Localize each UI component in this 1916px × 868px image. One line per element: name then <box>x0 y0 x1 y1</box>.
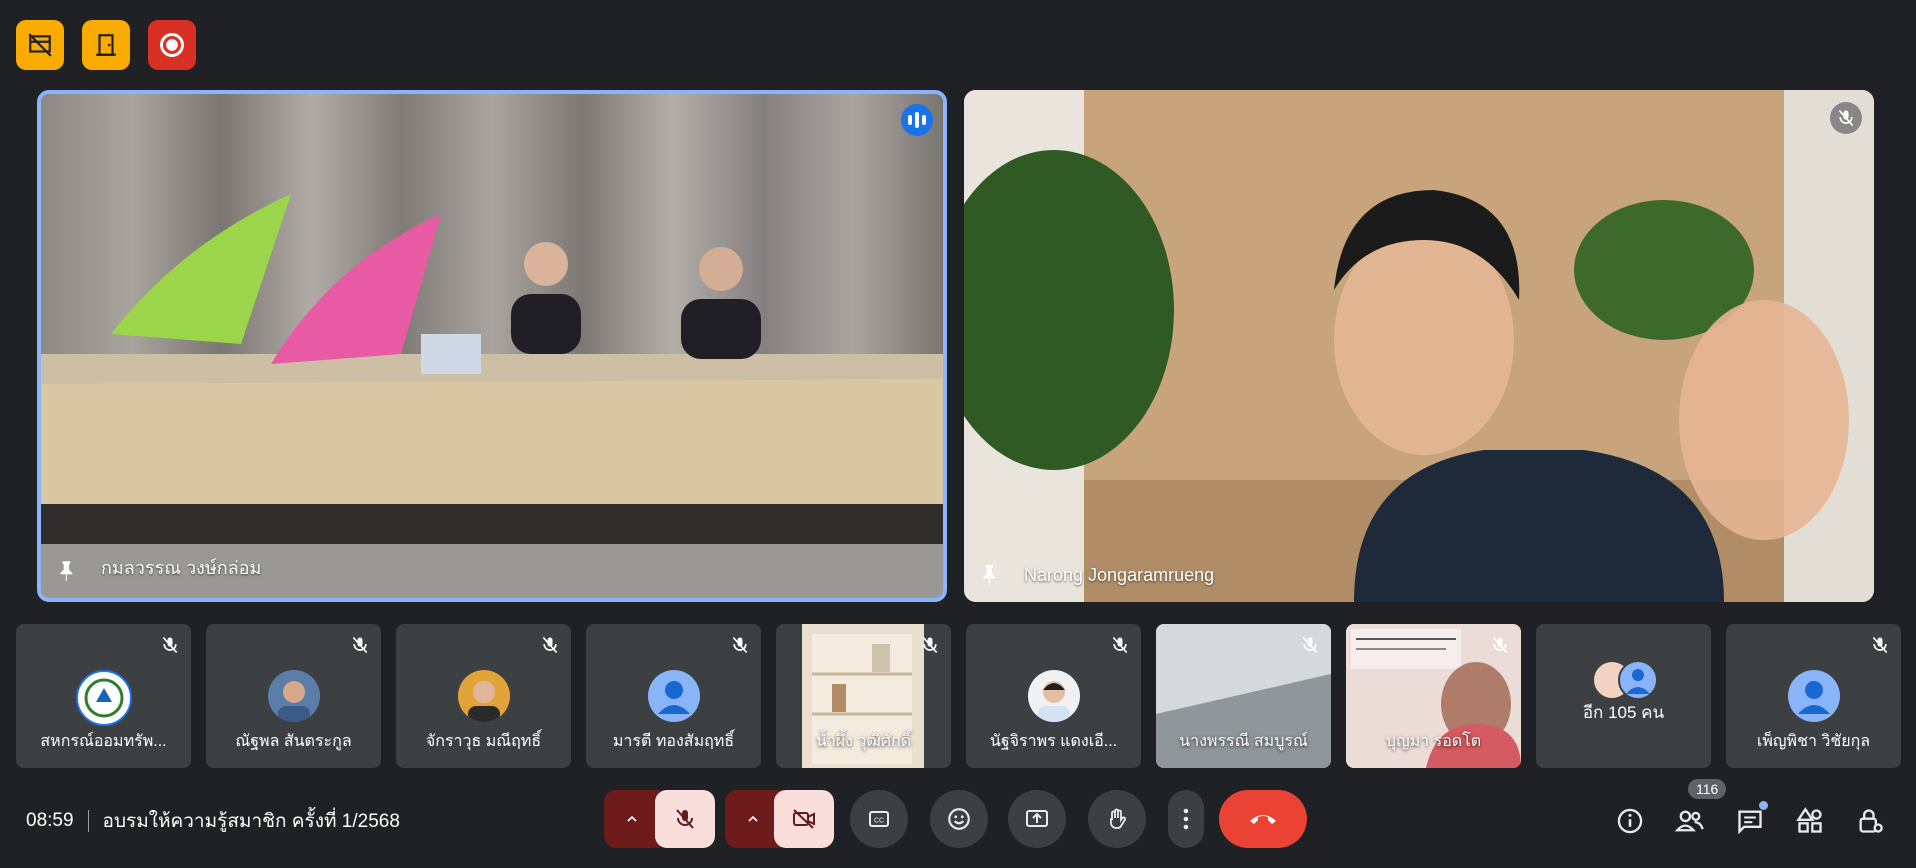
people-icon <box>1675 810 1704 832</box>
mic-off-icon <box>727 632 753 658</box>
record-icon <box>160 33 184 57</box>
more-participants-tile[interactable]: อีก 105 คน <box>1536 624 1711 768</box>
meeting-info: 08:59 อบรมให้ความรู้สมาชิก ครั้งที่ 1/25… <box>26 806 400 836</box>
meeting-title: อบรมให้ความรู้สมาชิก ครั้งที่ 1/2568 <box>102 811 400 832</box>
avatar <box>1027 670 1080 722</box>
unread-dot <box>1759 801 1768 810</box>
participant-strip: สหกรณ์ออมทรัพ... ณัฐพล สันตระกูล จักราวุ… <box>16 624 1901 768</box>
mic-off-icon <box>1297 632 1323 658</box>
conference-room-video <box>41 94 943 598</box>
emoji-icon <box>948 808 970 830</box>
participant-tile[interactable]: สหกรณ์ออมทรัพ... <box>16 624 191 768</box>
audio-options-button[interactable] <box>604 790 660 848</box>
video-options-button[interactable] <box>725 790 781 848</box>
participant-name: จักราวุธ มณีฤทธิ์ <box>425 733 542 750</box>
chevron-up-icon <box>748 815 758 822</box>
people-count-badge: 116 <box>1688 779 1727 799</box>
svg-text:CC: CC <box>874 818 884 825</box>
host-controls-icon <box>1859 809 1883 833</box>
participant-tile[interactable]: นัฐจิราพร แดงเอี... <box>966 624 1141 768</box>
present-button[interactable] <box>1008 790 1066 848</box>
stacked-avatars <box>1592 658 1662 700</box>
mic-off-icon <box>157 632 183 658</box>
muted-indicator <box>1830 102 1862 134</box>
captions-button[interactable]: CC <box>850 790 908 848</box>
host-controls-button[interactable] <box>1854 805 1886 837</box>
lobby-badge[interactable] <box>82 20 130 70</box>
mic-toggle-button[interactable] <box>655 790 715 848</box>
mic-off-icon <box>917 632 943 658</box>
camera-off-icon <box>793 809 815 829</box>
no-video-recording-icon <box>28 33 52 57</box>
participant-tile[interactable]: น้ำผึ้ง วุฒิศักดิ์ <box>776 624 951 768</box>
participant-name: มารตี ทองสัมฤทธิ์ <box>612 733 735 750</box>
more-icon <box>1183 808 1189 830</box>
reactions-button[interactable] <box>930 790 988 848</box>
avatar <box>267 670 320 722</box>
no-video-recording-badge[interactable] <box>16 20 64 70</box>
people-button[interactable] <box>1674 805 1706 837</box>
avatar <box>75 670 132 726</box>
pin-icon[interactable] <box>978 562 1004 588</box>
participant-tile[interactable]: บุญมา รอดโต <box>1346 624 1521 768</box>
participant-name: เพ็ญพิชา วิชัยกุล <box>1756 733 1871 750</box>
pin-icon[interactable] <box>55 558 81 584</box>
participant-name: ณัฐพล สันตระกูล <box>235 733 352 750</box>
mic-off-icon <box>1107 632 1133 658</box>
info-icon <box>1617 808 1643 834</box>
mic-off-icon <box>676 809 694 829</box>
speaking-indicator <box>901 104 933 136</box>
participant-name: บุญมา รอดโต <box>1385 733 1482 750</box>
chevron-up-icon <box>627 815 637 822</box>
participant-name: Narong Jongaramrueng <box>1024 565 1215 585</box>
avatar <box>457 670 510 722</box>
leave-call-button[interactable] <box>1219 790 1307 848</box>
hand-icon <box>1110 808 1127 829</box>
meeting-details-button[interactable] <box>1614 805 1646 837</box>
divider <box>87 810 89 832</box>
captions-icon: CC <box>869 811 889 827</box>
mic-off-icon <box>1867 632 1893 658</box>
mic-off-icon <box>1838 109 1854 127</box>
participant-tile[interactable]: นางพรรณี สมบูรณ์ <box>1156 624 1331 768</box>
mic-off-icon <box>537 632 563 658</box>
participant-tile[interactable]: มารตี ทองสัมฤทธิ์ <box>586 624 761 768</box>
mic-off-icon <box>1487 632 1513 658</box>
chat-button[interactable] <box>1734 801 1768 837</box>
activities-icon <box>1796 807 1822 833</box>
door-icon <box>96 34 116 56</box>
home-office-video <box>964 90 1874 602</box>
default-avatar-icon <box>1787 670 1840 722</box>
present-icon <box>1026 810 1048 827</box>
participant-name: กมลวรรณ วงษ์กล่อม <box>101 558 262 578</box>
participant-tile[interactable]: ณัฐพล สันตระกูล <box>206 624 381 768</box>
participant-name: นางพรรณี สมบูรณ์ <box>1179 733 1308 750</box>
chat-icon <box>1738 810 1762 835</box>
video-tile-narong[interactable]: Narong Jongaramrueng <box>964 90 1874 602</box>
participant-tile[interactable]: จักราวุธ มณีฤทธิ์ <box>396 624 571 768</box>
more-count-label: อีก 105 คน <box>1582 703 1665 722</box>
participant-tile[interactable]: เพ็ญพิชา วิชัยกุล <box>1726 624 1901 768</box>
video-tile-kamolwan[interactable]: กมลวรรณ วงษ์กล่อม <box>37 90 947 602</box>
participant-name: สหกรณ์ออมทรัพ... <box>40 733 167 750</box>
more-options-button[interactable] <box>1168 790 1204 848</box>
camera-toggle-button[interactable] <box>774 790 834 848</box>
raise-hand-button[interactable] <box>1088 790 1146 848</box>
participant-name: น้ำผึ้ง วุฒิศักดิ์ <box>815 733 912 750</box>
default-avatar-icon <box>647 670 700 722</box>
activities-button[interactable] <box>1794 805 1826 837</box>
status-badges <box>16 20 196 70</box>
mic-off-icon <box>347 632 373 658</box>
recording-badge[interactable] <box>148 20 196 70</box>
hangup-icon <box>1250 815 1276 824</box>
participant-name: นัฐจิราพร แดงเอี... <box>989 733 1118 750</box>
clock: 08:59 <box>26 810 74 831</box>
